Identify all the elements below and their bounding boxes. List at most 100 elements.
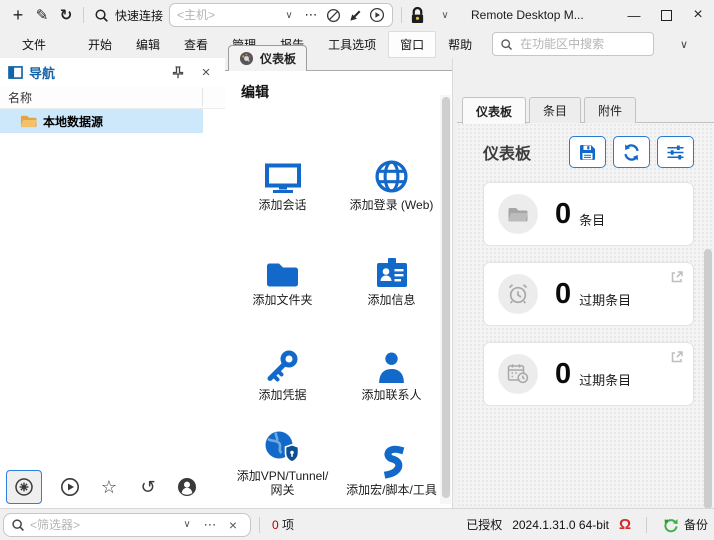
filter-input[interactable] [28, 517, 174, 533]
pointer-arrow-icon[interactable] [345, 5, 365, 25]
pin-icon[interactable] [167, 61, 189, 83]
external-link-icon[interactable] [669, 349, 684, 364]
menu-home[interactable]: 开始 [76, 31, 124, 58]
play-circle-icon[interactable] [367, 5, 387, 25]
dashboard-actions [569, 136, 694, 168]
tree-column-header[interactable]: 名称 [0, 86, 225, 109]
ribbon-expand-icon[interactable]: ∨ [680, 38, 688, 51]
ribbon-search-box [492, 32, 654, 56]
maximize-button[interactable] [650, 0, 682, 30]
add-web-login-button[interactable]: 添加登录 (Web) [338, 118, 446, 213]
menu-help[interactable]: 帮助 [436, 31, 484, 58]
add-credential-button[interactable]: 添加凭据 [232, 308, 334, 403]
add-vpn-tunnel-gateway-button[interactable]: 添加VPN/Tunnel/网关 [232, 403, 334, 498]
folder-icon [20, 114, 37, 128]
vertical-scrollbar[interactable] [440, 95, 451, 504]
menu-view[interactable]: 查看 [172, 31, 220, 58]
statusbar-right: 已授权 2024.1.31.0 64-bit Ω 备份 [466, 516, 708, 533]
app-window: + ✎ ↻ 快速连接 ∨ ⋯ ∨ Remote Desktop M... [0, 0, 714, 540]
close-button[interactable]: × [682, 0, 714, 30]
tab-dashboard[interactable]: 仪表板 [228, 45, 307, 71]
alarm-clock-icon [498, 274, 538, 314]
action-label: 添加联系人 [361, 389, 421, 403]
more-options-icon[interactable]: ⋯ [200, 515, 220, 535]
add-folder-button[interactable]: 添加文件夹 [232, 213, 334, 308]
data-source-view-button[interactable] [6, 470, 42, 504]
tab-entries[interactable]: 条目 [529, 97, 581, 123]
scrollbar-thumb[interactable] [704, 249, 712, 509]
license-status[interactable]: 已授权 [466, 516, 502, 533]
chevron-down-icon[interactable]: ∨ [177, 515, 197, 535]
backup-sync-icon[interactable] [662, 517, 679, 533]
navigation-panel: 导航 × 名称 本地数据源 ☆ ↺ [0, 58, 226, 508]
quick-connect-box: ∨ ⋯ [169, 3, 393, 27]
circle-slash-icon[interactable] [323, 5, 343, 25]
history-view-button[interactable]: ↺ [137, 476, 159, 498]
menu-tools[interactable]: 工具选项 [316, 31, 388, 58]
dashboard-side-panel: 仪表板 条目 附件 仪表板 [452, 58, 714, 508]
version-label[interactable]: 2024.1.31.0 64-bit [512, 518, 609, 532]
scrollbar-thumb[interactable] [442, 97, 450, 498]
menu-edit[interactable]: 编辑 [124, 31, 172, 58]
add-session-button[interactable]: 添加会话 [232, 118, 334, 213]
more-options-icon[interactable]: ⋯ [301, 5, 321, 25]
add-actions-grid: 添加会话 添加登录 (Web) 添加文件夹 [239, 118, 438, 498]
action-label: 添加会话 [258, 199, 306, 213]
menu-file[interactable]: 文件 [10, 31, 58, 58]
document-tabstrip: 仪表板 [225, 58, 452, 70]
sessions-view-button[interactable] [59, 476, 81, 498]
navigation-header: 导航 × [0, 58, 225, 86]
dashboard-header: 仪表板 [457, 123, 714, 168]
tab-attachments[interactable]: 附件 [584, 97, 636, 123]
calendar-clock-icon [498, 354, 538, 394]
side-panel-tabs: 仪表板 条目 附件 [462, 97, 636, 123]
menubar: 文件 开始 编辑 查看 管理 报告 工具选项 窗口 帮助 ∨ [0, 30, 714, 58]
magnet-icon[interactable]: Ω [619, 517, 631, 532]
ribbon-collapse-icon[interactable]: ∨ [433, 3, 457, 27]
close-panel-icon[interactable]: × [195, 61, 217, 83]
item-count: 0 项 [272, 516, 294, 533]
dashboard-title: 仪表板 [483, 140, 531, 164]
edit-button[interactable]: ✎ [30, 3, 54, 27]
add-information-button[interactable]: 添加信息 [338, 213, 446, 308]
vertical-scrollbar[interactable] [703, 193, 713, 500]
window-controls: — × [618, 0, 714, 30]
edit-panel-title: 编辑 [241, 82, 438, 102]
favorites-view-button[interactable]: ☆ [98, 476, 120, 498]
tab-dashboard-side[interactable]: 仪表板 [462, 97, 526, 124]
clear-filter-icon[interactable]: × [223, 515, 243, 535]
globe-icon [374, 154, 409, 194]
refresh-button[interactable] [613, 136, 650, 168]
add-button[interactable]: + [6, 3, 30, 27]
user-profile-button[interactable] [176, 476, 198, 498]
host-input[interactable] [175, 7, 277, 23]
ribbon-search-input[interactable] [518, 36, 646, 52]
tree-empty-area[interactable] [0, 133, 225, 466]
search-icon [500, 38, 513, 51]
item-count-unit: 项 [282, 518, 294, 532]
main-area: 仪表板 编辑 添加会话 添加登录 (Web) [225, 58, 452, 508]
expiring-entries-card[interactable]: 0 过期条目 [483, 342, 694, 406]
id-card-icon [375, 249, 409, 289]
search-icon [11, 518, 25, 532]
backup-label[interactable]: 备份 [684, 516, 708, 533]
add-contact-button[interactable]: 添加联系人 [338, 308, 446, 403]
external-link-icon[interactable] [669, 269, 684, 284]
expired-entries-card[interactable]: 0 过期条目 [483, 262, 694, 326]
save-button[interactable] [569, 136, 606, 168]
add-macro-script-tool-button[interactable]: 添加宏/脚本/工具 [338, 403, 446, 498]
quick-connect-label: 快速连接 [115, 7, 163, 24]
menu-window[interactable]: 窗口 [388, 31, 436, 58]
refresh-button[interactable]: ↻ [54, 3, 78, 27]
settings-sliders-button[interactable] [657, 136, 694, 168]
item-count-number: 0 [272, 518, 279, 532]
action-label: 添加凭据 [258, 389, 306, 403]
entries-card[interactable]: 0 条目 [483, 182, 694, 246]
tree-item-local-data-source[interactable]: 本地数据源 [0, 109, 203, 133]
minimize-button[interactable]: — [618, 0, 650, 30]
action-label: 添加文件夹 [252, 294, 312, 308]
chevron-down-icon[interactable]: ∨ [279, 5, 299, 25]
folder-icon [498, 194, 538, 234]
search-icon[interactable] [89, 3, 113, 27]
lock-icon[interactable] [410, 7, 425, 24]
